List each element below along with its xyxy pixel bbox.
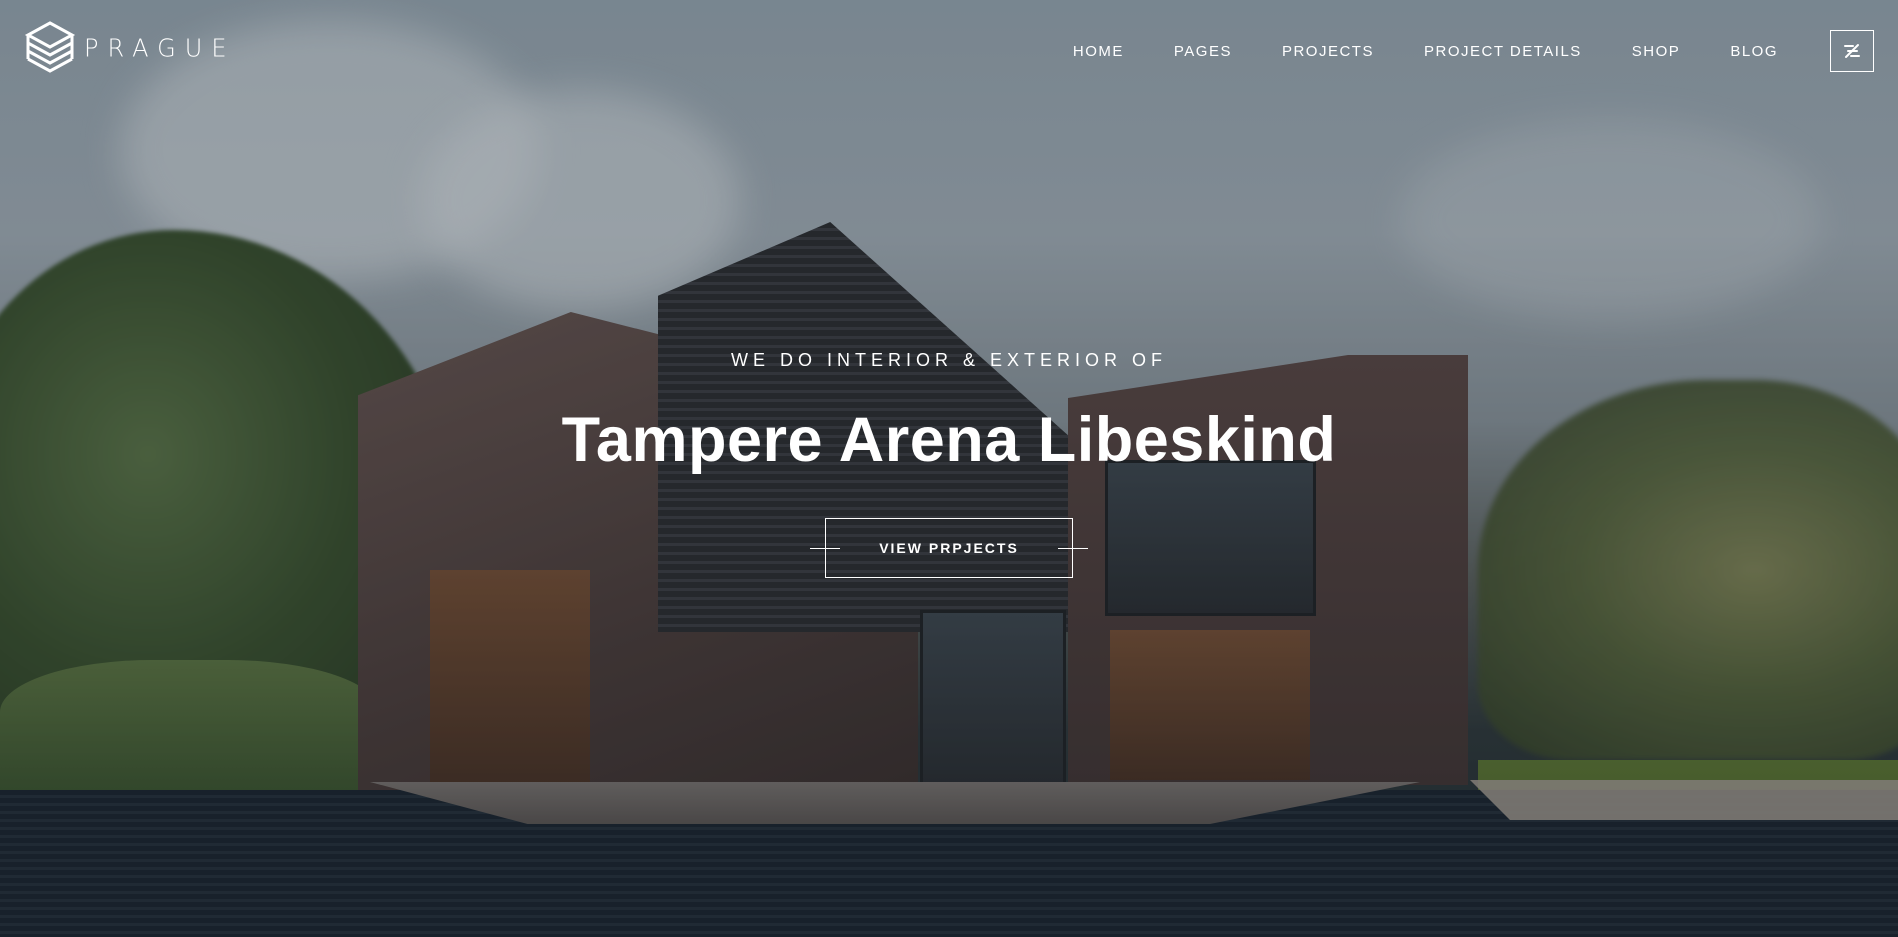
stacked-diamond-logo-icon xyxy=(24,21,76,73)
main-nav: HOME PAGES PROJECTS PROJECT DETAILS SHOP… xyxy=(1023,43,1778,60)
hero-title: Tampere Arena Libeskind xyxy=(561,405,1337,475)
nav-item-projects[interactable]: PROJECTS xyxy=(1282,43,1374,60)
menu-toggle-icon xyxy=(1844,44,1860,58)
nav-item-shop[interactable]: SHOP xyxy=(1632,43,1681,60)
cta-decor-line-left xyxy=(810,548,840,549)
nav-item-blog[interactable]: BLOG xyxy=(1730,43,1778,60)
view-projects-button[interactable]: VIEW PRPJECTS xyxy=(825,518,1073,578)
site-logo[interactable]: PRAGUE xyxy=(24,20,236,76)
hero-content: WE DO INTERIOR & EXTERIOR OF Tampere Are… xyxy=(0,350,1898,578)
brand-name: PRAGUE xyxy=(84,33,236,63)
cta-wrapper: VIEW PRPJECTS xyxy=(810,518,1088,578)
menu-toggle-button[interactable] xyxy=(1830,30,1874,72)
cta-decor-line-right xyxy=(1058,548,1088,549)
hero-section: PRAGUE HOME PAGES PROJECTS PROJECT DETAI… xyxy=(0,0,1898,937)
nav-item-project-details[interactable]: PROJECT DETAILS xyxy=(1424,43,1582,60)
hero-eyebrow: WE DO INTERIOR & EXTERIOR OF xyxy=(730,350,1167,370)
nav-item-home[interactable]: HOME xyxy=(1073,43,1124,60)
nav-item-pages[interactable]: PAGES xyxy=(1174,43,1232,60)
site-header: PRAGUE HOME PAGES PROJECTS PROJECT DETAI… xyxy=(0,0,1898,104)
